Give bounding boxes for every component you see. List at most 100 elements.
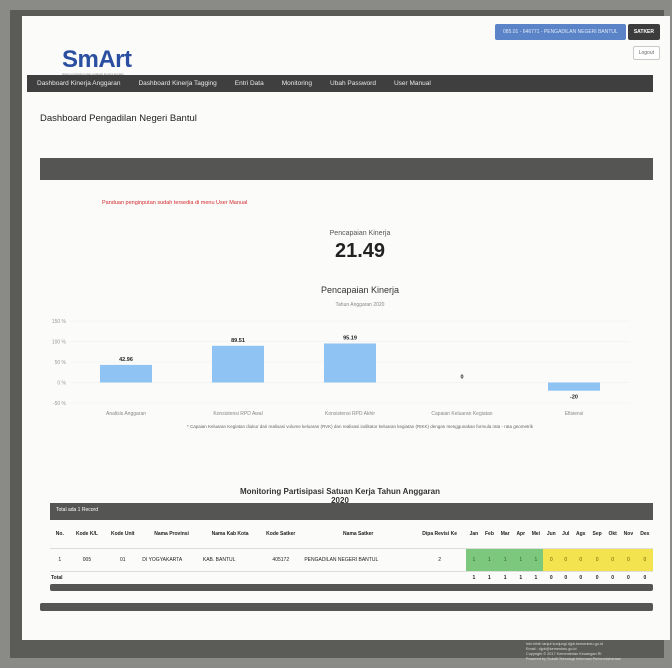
month-total: 0 [589,571,606,584]
nav-monitoring[interactable]: Monitoring [282,80,312,87]
column-header: Nama Provinsi [141,520,202,549]
nav-dashboard-kinerja-tagging[interactable]: Dashboard Kinerja Tagging [138,80,216,87]
data-label: 89.51 [231,338,245,344]
kpi-value: 21.49 [334,240,386,262]
column-header: Kode K/L [69,520,105,549]
month-cell: 0 [559,548,573,572]
data-label: 95.19 [343,335,357,341]
month-total: 0 [620,571,637,584]
table-footer-bar [50,584,653,591]
y-tick-label: 0 % [57,381,66,387]
column-header: Feb [481,520,498,549]
y-tick-label: 150 % [52,319,67,325]
column-header: Okt [605,520,621,549]
month-total: 0 [543,571,560,584]
y-tick-label: -50 % [53,401,67,407]
category-label: Analisis Anggaran [106,411,146,417]
chart-footnote: * Capaian Keluaran Kegiatan diukur dari … [186,424,534,429]
bar [212,345,264,383]
main-navbar: Dashboard Kinerja Anggaran Dashboard Kin… [27,75,653,92]
column-header: Mar [497,520,514,549]
month-cell: 1 [466,548,482,572]
month-total: 0 [636,571,653,584]
column-header: Jun [543,520,560,549]
column-header: Nama Kab Kota [201,520,259,549]
column-header: Kode Satker [258,520,304,549]
table-header-row: No. Kode K/L Kode Unit Nama Provinsi Nama Ka… [50,520,653,549]
month-total: 0 [559,571,573,584]
monitoring-table: No. Kode K/L Kode Unit Nama Provinsi Nama Ka… [50,520,653,584]
cell-satker-name: PENGADILAN NEGERI BANTUL [304,557,379,563]
month-total: 1 [466,571,482,584]
month-total: 0 [572,571,590,584]
total-label: Total [50,571,70,584]
category-label: Konsistensi RPD Awal [213,411,262,417]
month-total: 1 [497,571,514,584]
logo-text: SmArt [62,46,132,73]
top-user-bar: 085.01 - 646771 - PENGADILAN NEGERI BANT… [495,24,660,40]
month-total: 1 [528,571,544,584]
month-cell: 1 [497,548,514,572]
page-title: Dashboard Pengadilan Negeri Bantul [40,113,197,124]
data-label: -20 [570,395,578,401]
footer-line: Powered by Subdit Teknologi Informasi Pe… [526,657,621,661]
cell-kode-kl: 005 [82,557,92,563]
site-footer: Info lebih lanjut kunjungi djpb.kemenkeu… [526,642,666,662]
column-header: Nama Satker [303,520,414,549]
section-header-bar [40,158,653,180]
user-badge[interactable]: 085.01 - 646771 - PENGADILAN NEGERI BANT… [495,24,626,40]
nav-ubah-password[interactable]: Ubah Password [330,80,376,87]
total-row: Total 111110000000 [50,571,653,584]
month-cell: 0 [620,548,637,572]
column-header: Jan [466,520,482,549]
cell-dipa: 2 [438,557,442,563]
chart-subtitle: Tahun Anggaran 2020 [335,302,385,308]
bar [100,364,152,383]
month-cell: 0 [636,548,653,572]
month-total: 1 [513,571,529,584]
monitoring-table-panel: Total ada 1 Record No. Kode K/L Kode Unit N… [50,503,653,591]
column-header: Mei [528,520,544,549]
column-header: Des [636,520,653,549]
month-cell: 1 [481,548,498,572]
nav-user-manual[interactable]: User Manual [394,80,431,87]
bar [324,343,376,383]
column-header: Apr [513,520,529,549]
cell-kab: KAB. BANTUL [202,557,236,563]
column-header: Nov [620,520,637,549]
chart-title: Pencapaian Kinerja [320,285,400,295]
bottom-section-bar [40,603,653,611]
month-cell: 1 [528,548,544,572]
month-total: 1 [481,571,498,584]
cell-kode-unit: 01 [119,557,126,563]
notice-text: Panduan penginputan sudah tersedia di me… [102,200,248,206]
y-tick-label: 50 % [55,360,67,366]
bar [548,382,600,391]
cell-satker-code: 405172 [272,557,290,563]
month-cell: 0 [605,548,621,572]
satker-button[interactable]: SATKER [627,24,660,40]
data-label: 0 [460,375,463,381]
y-tick-label: 100 % [52,340,67,346]
month-cell: 0 [589,548,606,572]
column-header: Jul [559,520,573,549]
cell-provinsi: DI YOGYAKARTA [142,557,183,563]
month-total: 0 [605,571,621,584]
column-header: No. [50,520,70,549]
logout-button[interactable]: Logout [632,46,660,60]
category-label: Capaian Keluaran Kegiatan [431,411,492,417]
column-header: Sep [589,520,606,549]
month-cell: 0 [543,548,560,572]
column-header: Ags [572,520,590,549]
table-row: 1 005 01 DI YOGYAKARTA KAB. BANTUL 40517… [50,548,653,572]
category-label: Efisiensi [565,411,584,417]
kpi-label: Pencapaian Kinerja [329,230,391,237]
nav-entri-data[interactable]: Entri Data [235,80,264,87]
performance-bar-chart: 150 % 100 % 50 % 0 % -50 % 42.96 Analisis Angg… [52,319,630,417]
month-cell: 1 [513,548,529,572]
logo[interactable]: SmArt sistem monitoring dan evaluasi kin… [62,46,132,76]
nav-dashboard-kinerja-anggaran[interactable]: Dashboard Kinerja Anggaran [37,80,120,87]
data-label: 42.96 [119,357,133,363]
total-spacer [69,571,467,584]
cell-no: 1 [58,557,62,563]
